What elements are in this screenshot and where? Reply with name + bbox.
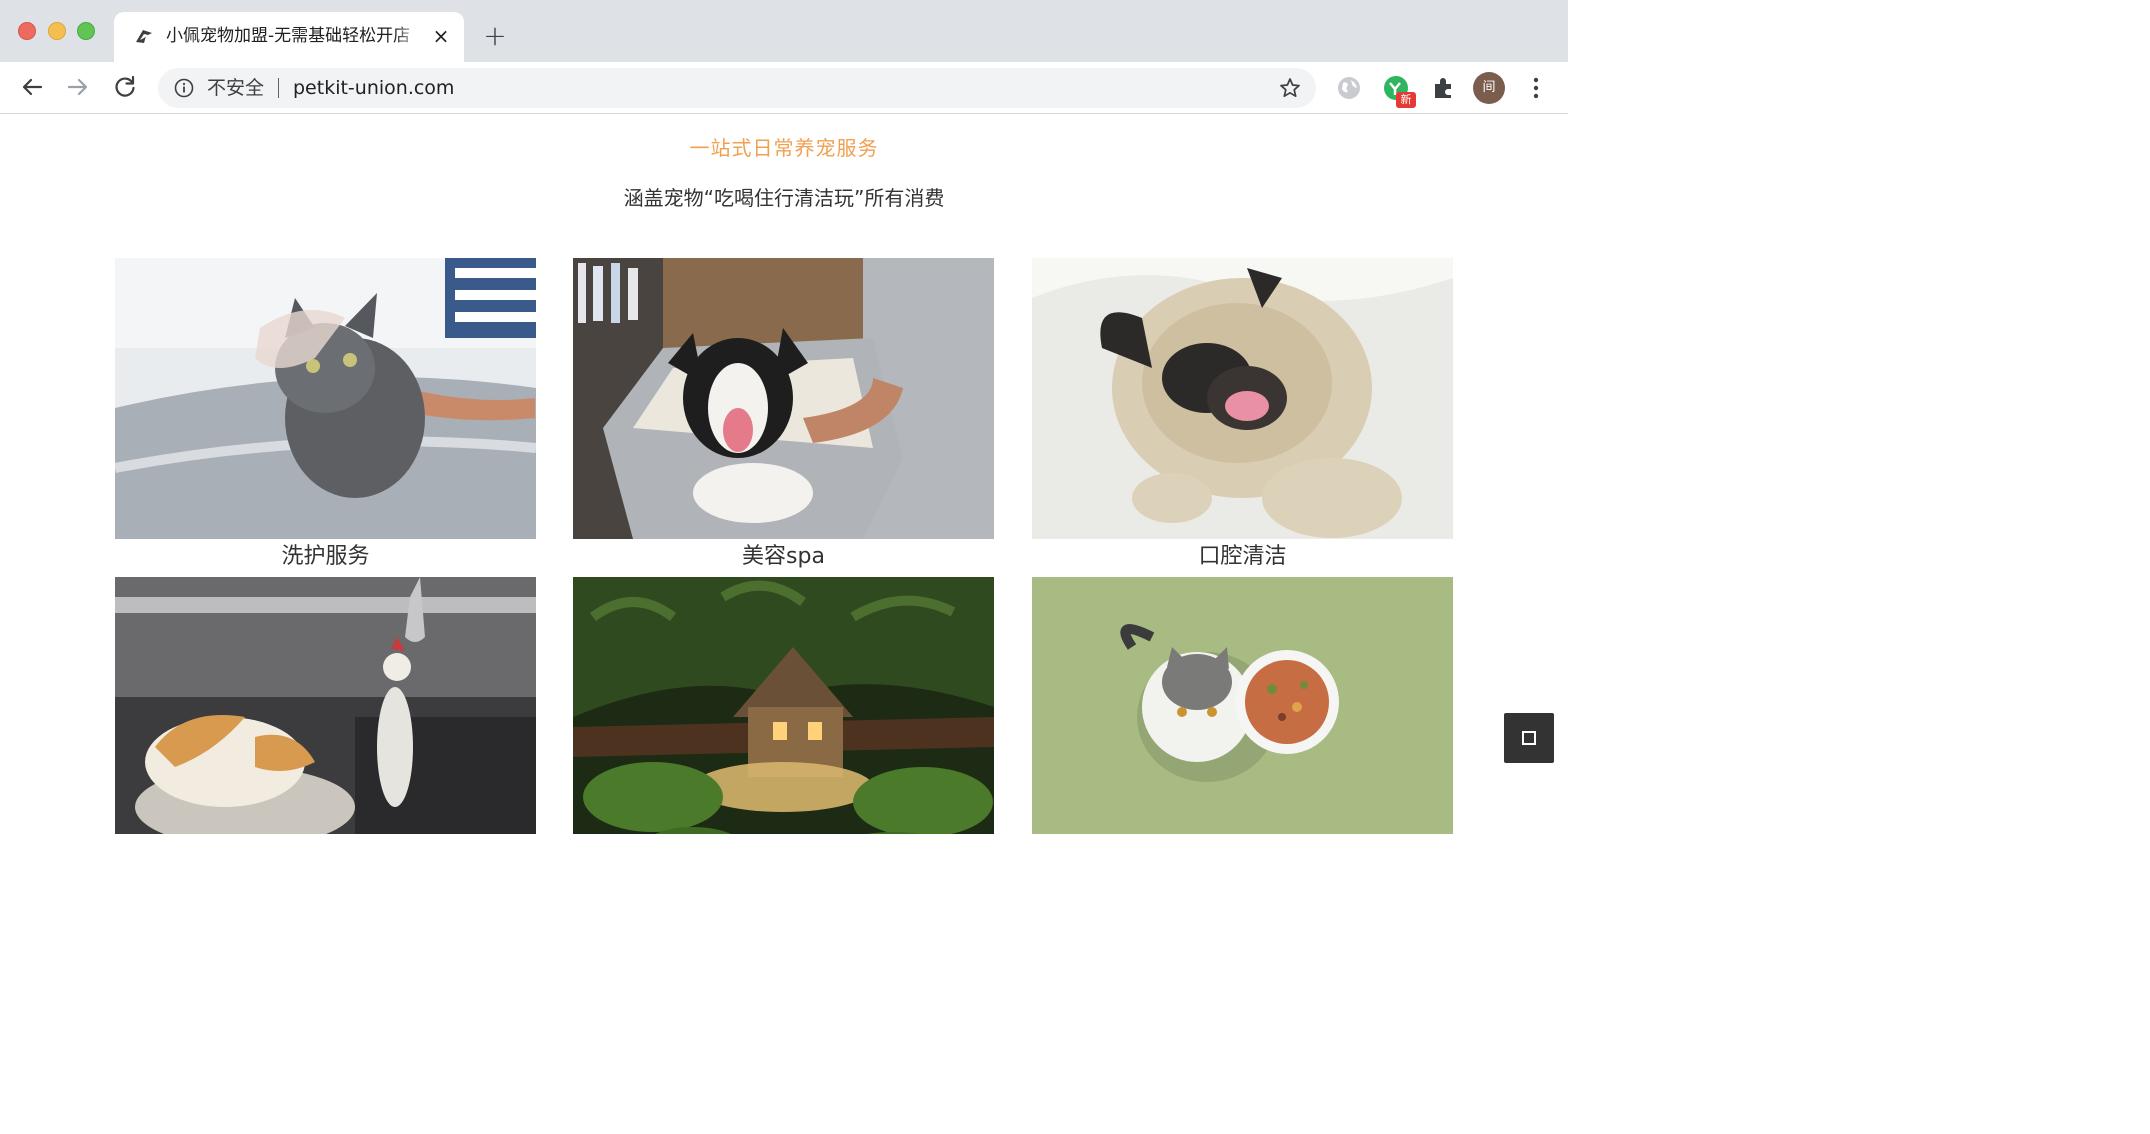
more-menu-icon[interactable] (1522, 74, 1550, 102)
dog-grooming-photo[interactable] (573, 258, 994, 539)
profile-avatar[interactable]: 间 (1473, 72, 1505, 104)
address-divider (278, 78, 279, 98)
back-arrow-icon[interactable] (17, 72, 47, 102)
service-label: 美容spa (742, 544, 825, 569)
service-label: 口腔清洁 (1198, 544, 1287, 569)
petkit-favicon-icon (136, 30, 152, 43)
miniature-house-garden-photo[interactable] (573, 577, 994, 834)
security-label[interactable]: 不安全 (207, 76, 264, 100)
section-subheadline: 涵盖宠物“吃喝住行清洁玩”所有消费 (623, 186, 945, 210)
reload-icon[interactable] (110, 72, 140, 102)
window-zoom-button[interactable] (77, 22, 95, 40)
service-label: 洗护服务 (281, 544, 370, 569)
browser-tab-active[interactable]: 小佩宠物加盟-无需基础轻松开店 × (114, 12, 464, 62)
window-minimize-button[interactable] (48, 22, 66, 40)
floating-action-button[interactable] (1504, 713, 1554, 763)
browser-tab-strip: 小佩宠物加盟-无需基础轻松开店 × + (0, 0, 1568, 62)
cat-bath-photo[interactable] (115, 258, 536, 539)
forward-arrow-icon[interactable] (63, 72, 93, 102)
pug-smiling-photo[interactable] (1032, 258, 1453, 539)
window-close-button[interactable] (18, 22, 36, 40)
cat-food-bowl-photo[interactable] (1032, 577, 1453, 834)
url-text[interactable]: petkit-union.com (293, 76, 454, 100)
globe-extension-icon[interactable] (1335, 74, 1363, 102)
page-content: 一站式日常养宠服务 涵盖宠物“吃喝住行清洁玩”所有消费 洗护服务 美容spa 口… (0, 115, 1568, 834)
section-headline: 一站式日常养宠服务 (689, 136, 879, 160)
bookmark-star-icon[interactable] (1279, 77, 1301, 99)
new-tab-button[interactable]: + (480, 22, 510, 52)
tab-title: 小佩宠物加盟-无需基础轻松开店 (166, 25, 424, 47)
square-icon (1522, 731, 1536, 745)
info-icon[interactable] (174, 78, 194, 98)
puzzle-extensions-icon[interactable] (1430, 74, 1458, 102)
tab-close-icon[interactable]: × (430, 25, 452, 47)
cat-sleeping-cage-photo[interactable] (115, 577, 536, 834)
address-bar[interactable]: 不安全 petkit-union.com (158, 68, 1316, 108)
browser-toolbar: 不安全 petkit-union.com 新 间 (0, 62, 1568, 114)
extension-new-badge: 新 (1396, 92, 1416, 108)
